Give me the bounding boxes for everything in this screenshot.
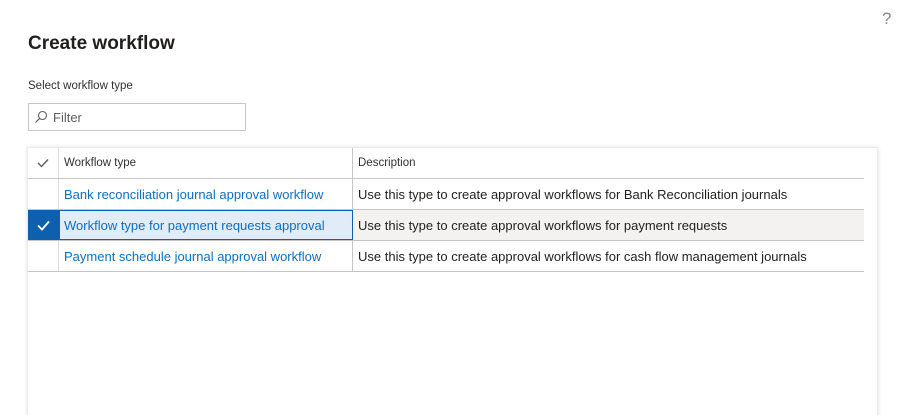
workflow-type-link[interactable]: Bank reconciliation journal approval wor… [59,179,353,209]
workflow-type-label: Select workflow type [28,80,133,92]
table-row[interactable]: Workflow type for payment requests appro… [28,210,864,241]
row-select-cell[interactable] [28,179,59,209]
page-title: Create workflow [28,33,175,54]
row-select-cell[interactable] [28,210,59,240]
column-header-description[interactable]: Description [353,148,864,178]
table-row[interactable]: Bank reconciliation journal approval wor… [28,179,864,210]
workflow-type-link[interactable]: Workflow type for payment requests appro… [59,210,353,240]
table-row[interactable]: Payment schedule journal approval workfl… [28,241,864,272]
row-select-cell[interactable] [28,241,59,271]
workflow-type-link[interactable]: Payment schedule journal approval workfl… [59,241,353,271]
column-header-workflow-type[interactable]: Workflow type [59,148,353,178]
filter-input[interactable] [53,109,233,125]
description-cell: Use this type to create approval workflo… [358,186,788,202]
description-cell: Use this type to create approval workflo… [358,217,728,233]
workflow-type-grid: Workflow type Description Bank reconcili… [27,147,878,415]
check-mark-icon [36,220,50,231]
grid-header: Workflow type Description [28,148,864,179]
search-icon [35,110,48,123]
check-mark-icon [37,159,49,168]
description-cell: Use this type to create approval workflo… [358,248,807,264]
help-icon[interactable]: ? [882,10,891,27]
select-all-header[interactable] [28,148,59,178]
filter-box[interactable] [28,103,246,131]
